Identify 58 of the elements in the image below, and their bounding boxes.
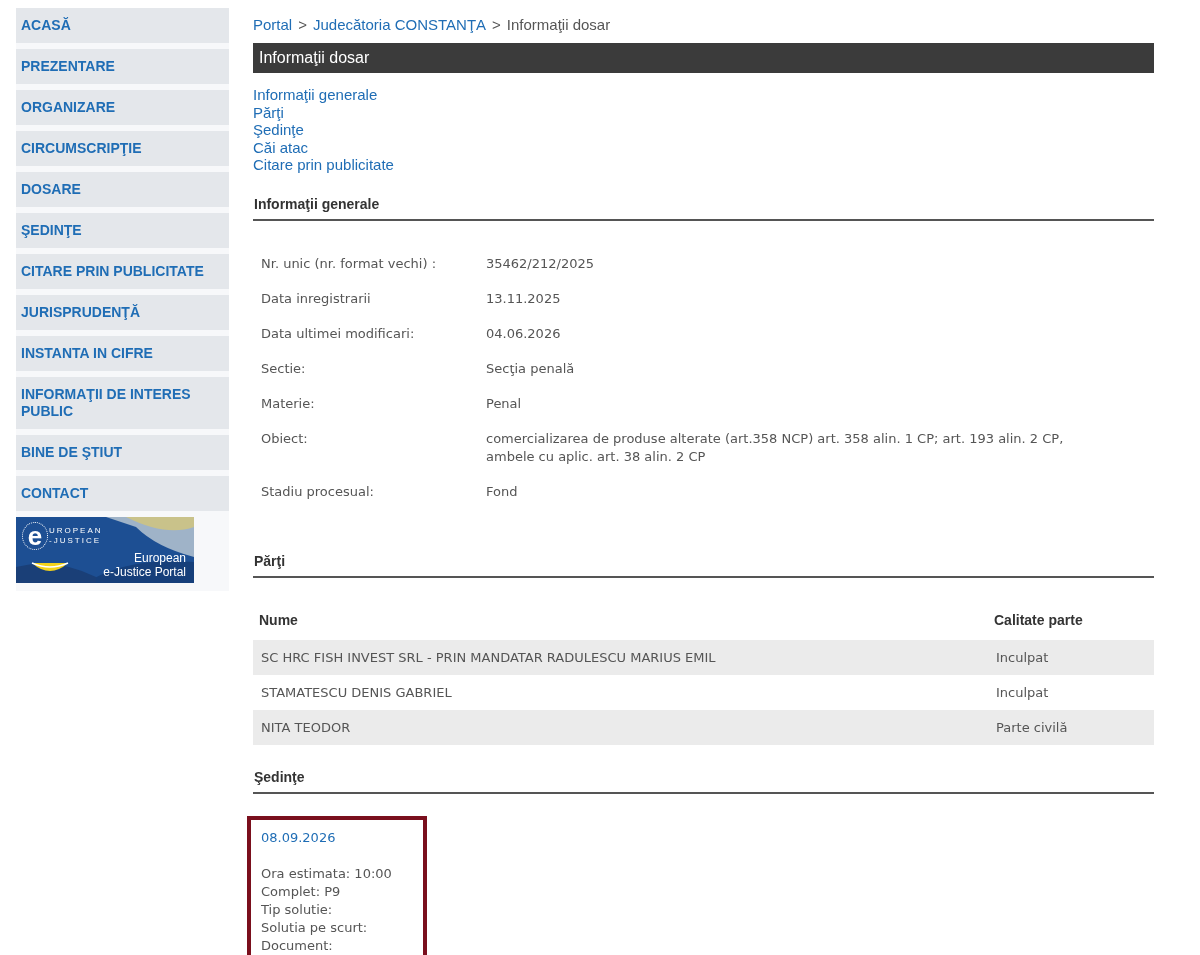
hearing-detail: Ora estimata: 10:00 <box>261 864 393 883</box>
nav-item[interactable]: BINE DE ŞTIUT <box>16 435 229 470</box>
banner-text: e-Justice Portal <box>103 565 186 579</box>
section-link[interactable]: Părţi <box>253 103 284 121</box>
field-label: Stadiu procesual: <box>261 482 375 501</box>
breadcrumb-link[interactable]: Judecătoria CONSTANŢA <box>312 15 487 33</box>
nav-item[interactable]: CITARE PRIN PUBLICITATE <box>16 254 229 289</box>
section-link[interactable]: Şedinţe <box>253 121 304 139</box>
hearing-detail: Complet: P9 <box>261 882 342 901</box>
logo-text: UROPEAN <box>49 526 103 536</box>
banner-text: European <box>133 551 186 565</box>
column-header: Nume <box>253 603 988 640</box>
table-cell: Inculpat <box>988 674 1154 710</box>
hearing-detail: Tip solutie: <box>261 900 334 919</box>
nav-item[interactable]: INSTANTA IN CIFRE <box>16 336 229 371</box>
table-cell: Parte civilă <box>988 709 1154 745</box>
section-heading: Părţi <box>253 552 1154 578</box>
column-header: Calitate parte <box>988 603 1154 640</box>
nav-item[interactable]: ACASĂ <box>16 8 229 43</box>
field-label: Obiect: <box>261 429 309 448</box>
breadcrumb-link[interactable]: Portal <box>253 15 293 33</box>
field-value: Fond <box>486 482 519 501</box>
nav-item[interactable]: JURISPRUDENŢĂ <box>16 295 229 330</box>
nav-item[interactable]: PREZENTARE <box>16 49 229 84</box>
field-label: Data ultimei modificari: <box>261 324 416 343</box>
hearing-date-link[interactable]: 08.09.2026 <box>261 828 413 847</box>
nav-item[interactable]: ORGANIZARE <box>16 90 229 125</box>
field-label: Data inregistrarii <box>261 289 372 308</box>
field-value: comercializarea de produse alterate (art.358 NCP) art. 358 alin. 1 CP; art. 193 alin. 2 CP, ambele cu aplic. art. 38 alin. 2 CP <box>486 429 1065 466</box>
breadcrumb-separator: > <box>298 15 307 33</box>
hearing-detail: Document: <box>261 936 334 955</box>
logo-text: -JUSTICE <box>49 536 102 546</box>
section-heading: Şedinţe <box>253 768 1154 794</box>
field-value: 04.06.2026 <box>486 324 562 343</box>
field-label: Nr. unic (nr. format vechi) : <box>261 254 438 273</box>
field-value: Penal <box>486 394 523 413</box>
page-title: Informaţii dosar <box>253 43 1154 73</box>
nav-item[interactable]: CONTACT <box>16 476 229 511</box>
table-cell: STAMATESCU DENIS GABRIEL <box>253 674 988 710</box>
section-heading: Informaţii generale <box>253 195 1154 221</box>
field-label: Materie: <box>261 394 316 413</box>
field-value: 13.11.2025 <box>486 289 562 308</box>
section-link[interactable]: Citare prin publicitate <box>253 156 394 174</box>
section-link[interactable]: Informaţii generale <box>253 86 378 104</box>
section-link[interactable]: Căi atac <box>253 138 309 156</box>
nav-item[interactable]: ŞEDINŢE <box>16 213 229 248</box>
nav-item[interactable]: DOSARE <box>16 172 229 207</box>
field-value: 35462/212/2025 <box>486 254 595 273</box>
table-cell: Inculpat <box>988 639 1154 675</box>
table-cell: SC HRC FISH INVEST SRL - PRIN MANDATAR RADULESCU MARIUS EMIL <box>253 639 988 675</box>
field-label: Sectie: <box>261 359 307 378</box>
nav-item[interactable]: INFORMAŢII DE INTERES PUBLIC <box>16 377 229 429</box>
current-page-label: Informaţii dosar <box>506 15 611 33</box>
table-cell: NITA TEODOR <box>253 709 988 745</box>
nav-item[interactable]: CIRCUMSCRIPŢIE <box>16 131 229 166</box>
hearing-detail: Solutia pe scurt: <box>261 918 369 937</box>
field-value: Secţia penală <box>486 359 576 378</box>
breadcrumb-separator: > <box>492 15 501 33</box>
